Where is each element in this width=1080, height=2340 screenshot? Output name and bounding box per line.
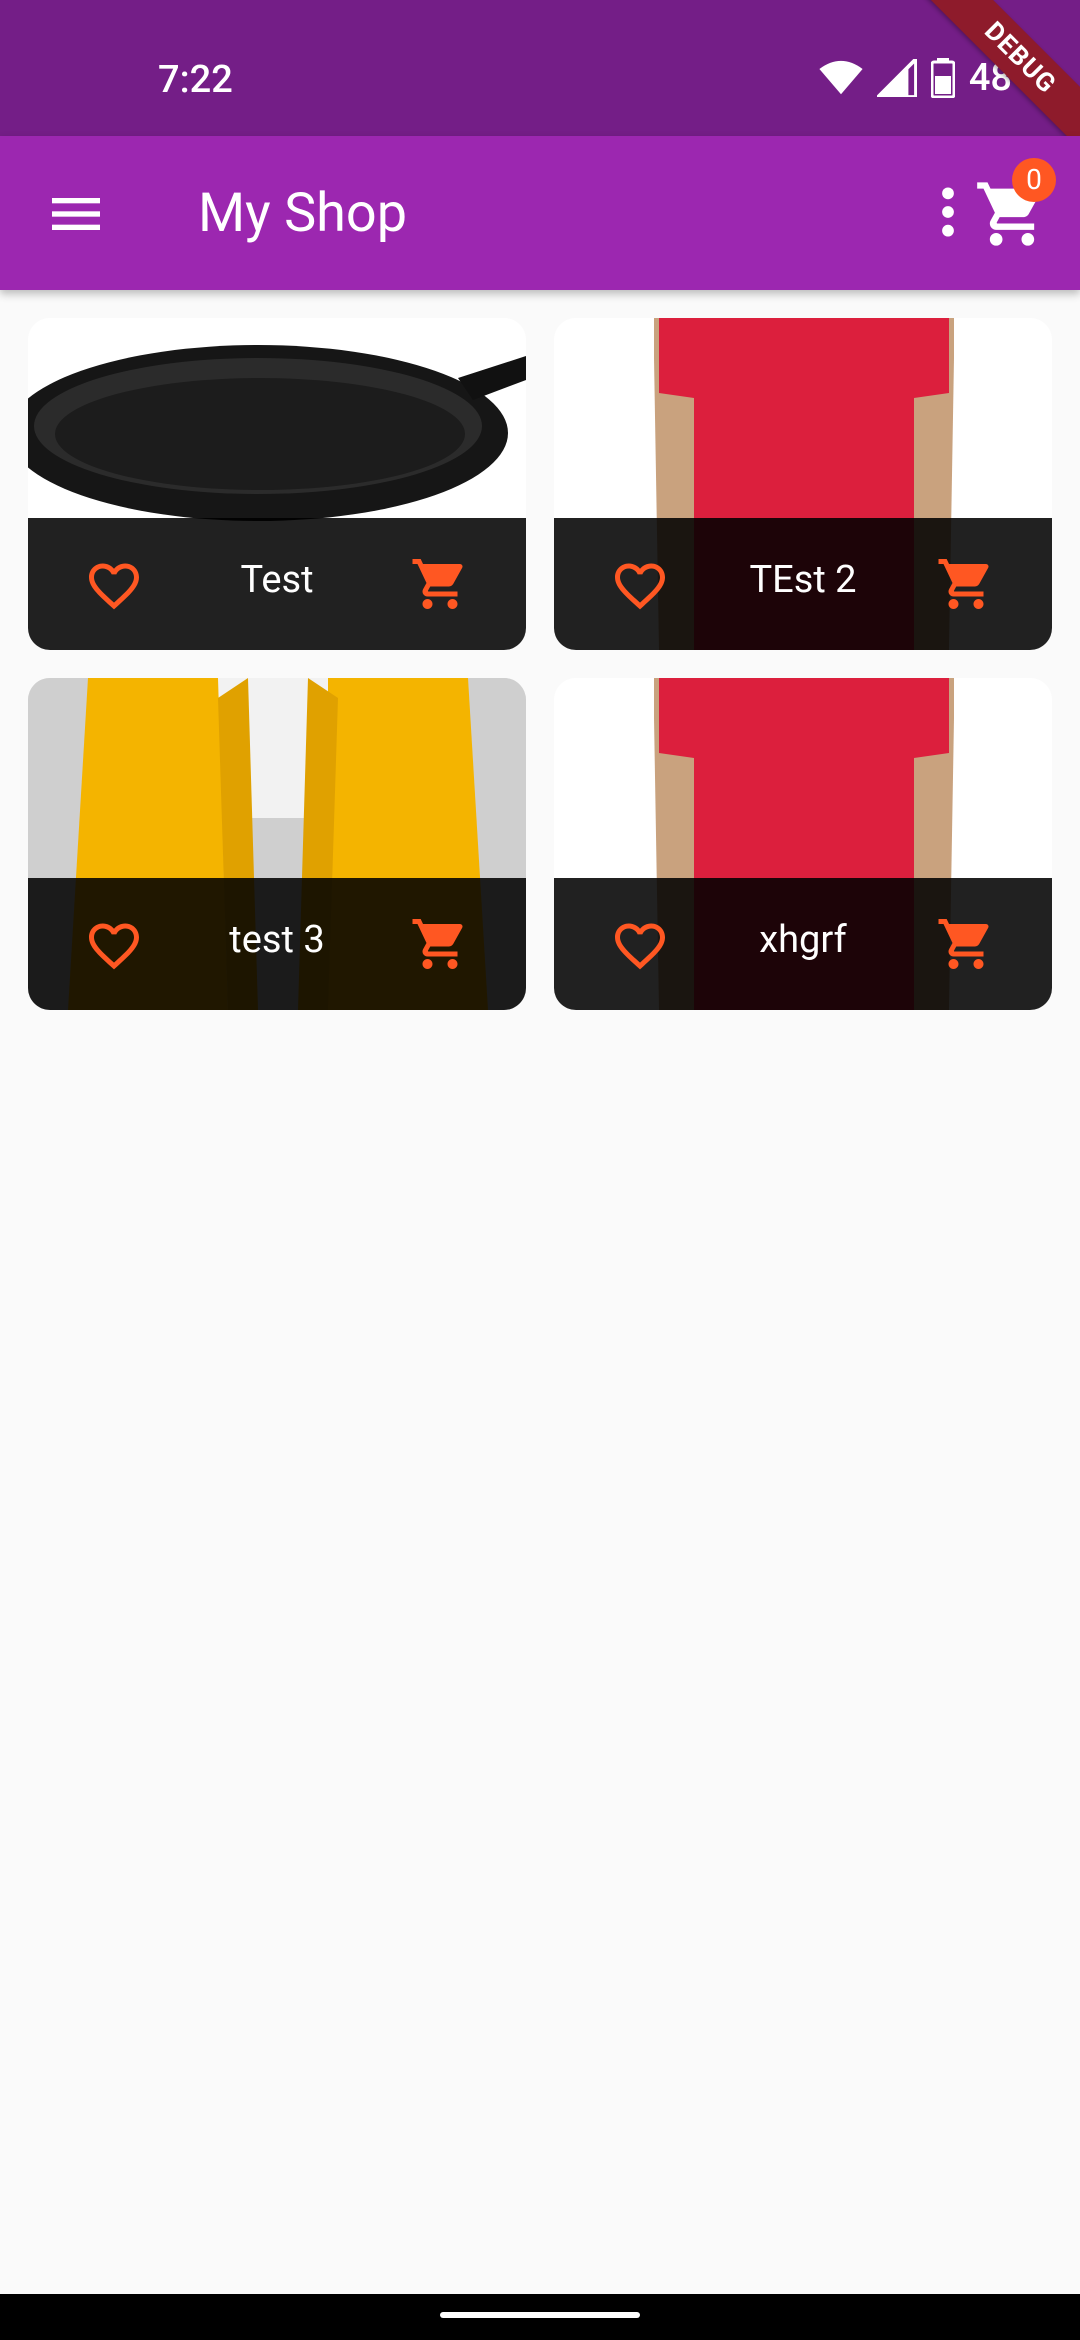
cart-button[interactable]: 0 (974, 158, 1056, 252)
status-bar: 7:22 48% DEBUG (0, 0, 1080, 166)
app-bar: My Shop 0 (0, 136, 1080, 290)
wifi-icon (819, 60, 863, 95)
cart-count-badge: 0 (1012, 158, 1056, 202)
app-title: My Shop (198, 182, 408, 245)
system-nav-bar (0, 2294, 1080, 2340)
tile-footer: Test (28, 518, 526, 650)
home-indicator[interactable] (440, 2312, 640, 2318)
cellular-signal-icon (876, 59, 917, 97)
product-tile[interactable]: TEst 2 (554, 318, 1052, 650)
add-to-cart-icon[interactable] (936, 914, 996, 974)
tile-footer: test 3 (28, 878, 526, 1010)
tile-footer: TEst 2 (554, 518, 1052, 650)
product-tile[interactable]: xhgrf (554, 678, 1052, 1010)
tile-footer: xhgrf (554, 878, 1052, 1010)
battery-icon (930, 58, 955, 98)
add-to-cart-icon[interactable] (410, 554, 470, 614)
more-vert-icon[interactable] (916, 180, 980, 244)
product-tile[interactable]: Test (28, 318, 526, 650)
status-time: 7:22 (158, 58, 233, 102)
menu-icon[interactable] (44, 182, 108, 246)
product-tile[interactable]: test 3 (28, 678, 526, 1010)
product-grid: Test TEst 2 test 3 xhgrf (28, 318, 1052, 1010)
add-to-cart-icon[interactable] (410, 914, 470, 974)
add-to-cart-icon[interactable] (936, 554, 996, 614)
